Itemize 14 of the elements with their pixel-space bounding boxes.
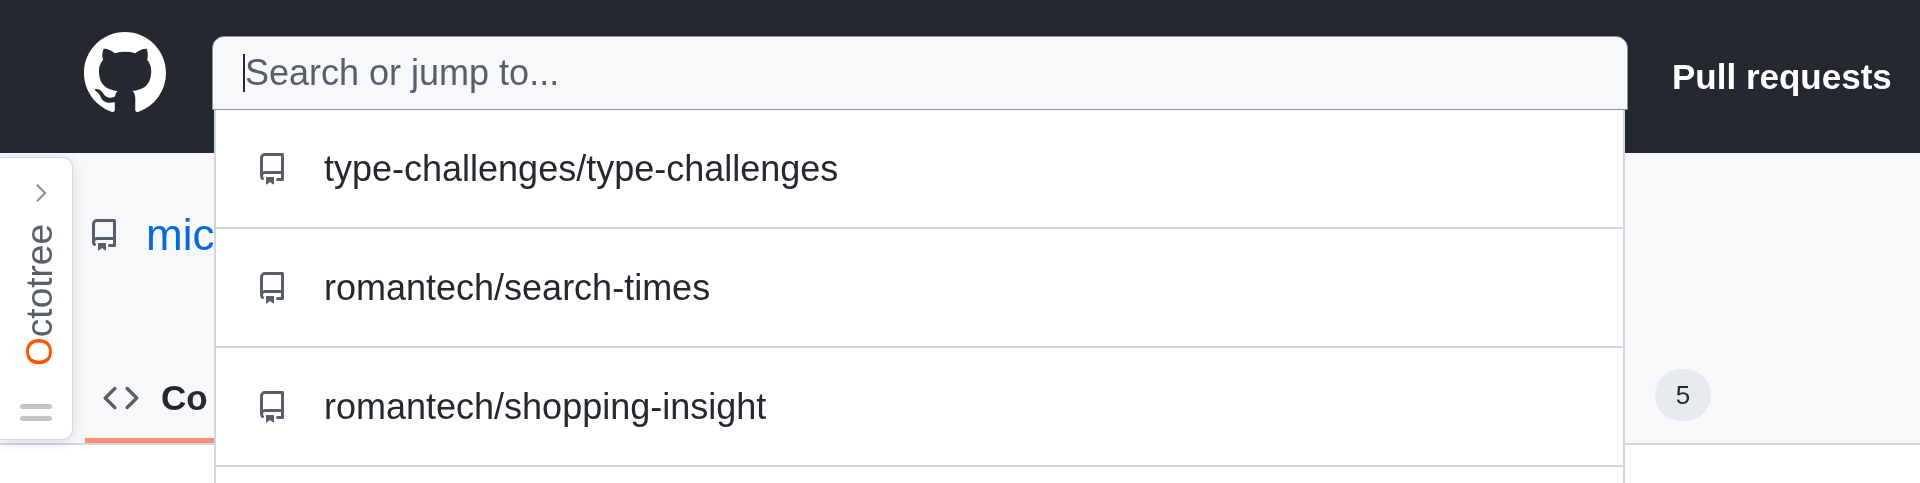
nav-link[interactable]: Pull requests — [1672, 56, 1892, 97]
code-tab[interactable]: Co — [85, 357, 315, 443]
repo-name-link[interactable]: mic — [146, 213, 215, 257]
github-logo[interactable] — [84, 32, 166, 114]
text-cursor — [243, 54, 245, 92]
search-result[interactable]: type-challenges/type-challenges — [216, 110, 1623, 229]
chevron-right-icon[interactable] — [34, 182, 48, 204]
drag-handle-icon[interactable] — [20, 404, 52, 421]
octotree-panel[interactable]: Octotree — [0, 157, 73, 440]
search-result[interactable]: romantech/shopping-insight — [216, 348, 1623, 467]
octotree-label: Octotree — [20, 224, 58, 366]
counter-badge: 5 — [1655, 369, 1711, 421]
search-field[interactable]: Search or jump to... — [212, 36, 1628, 110]
search-result[interactable]: romantech/search-times — [216, 229, 1623, 348]
